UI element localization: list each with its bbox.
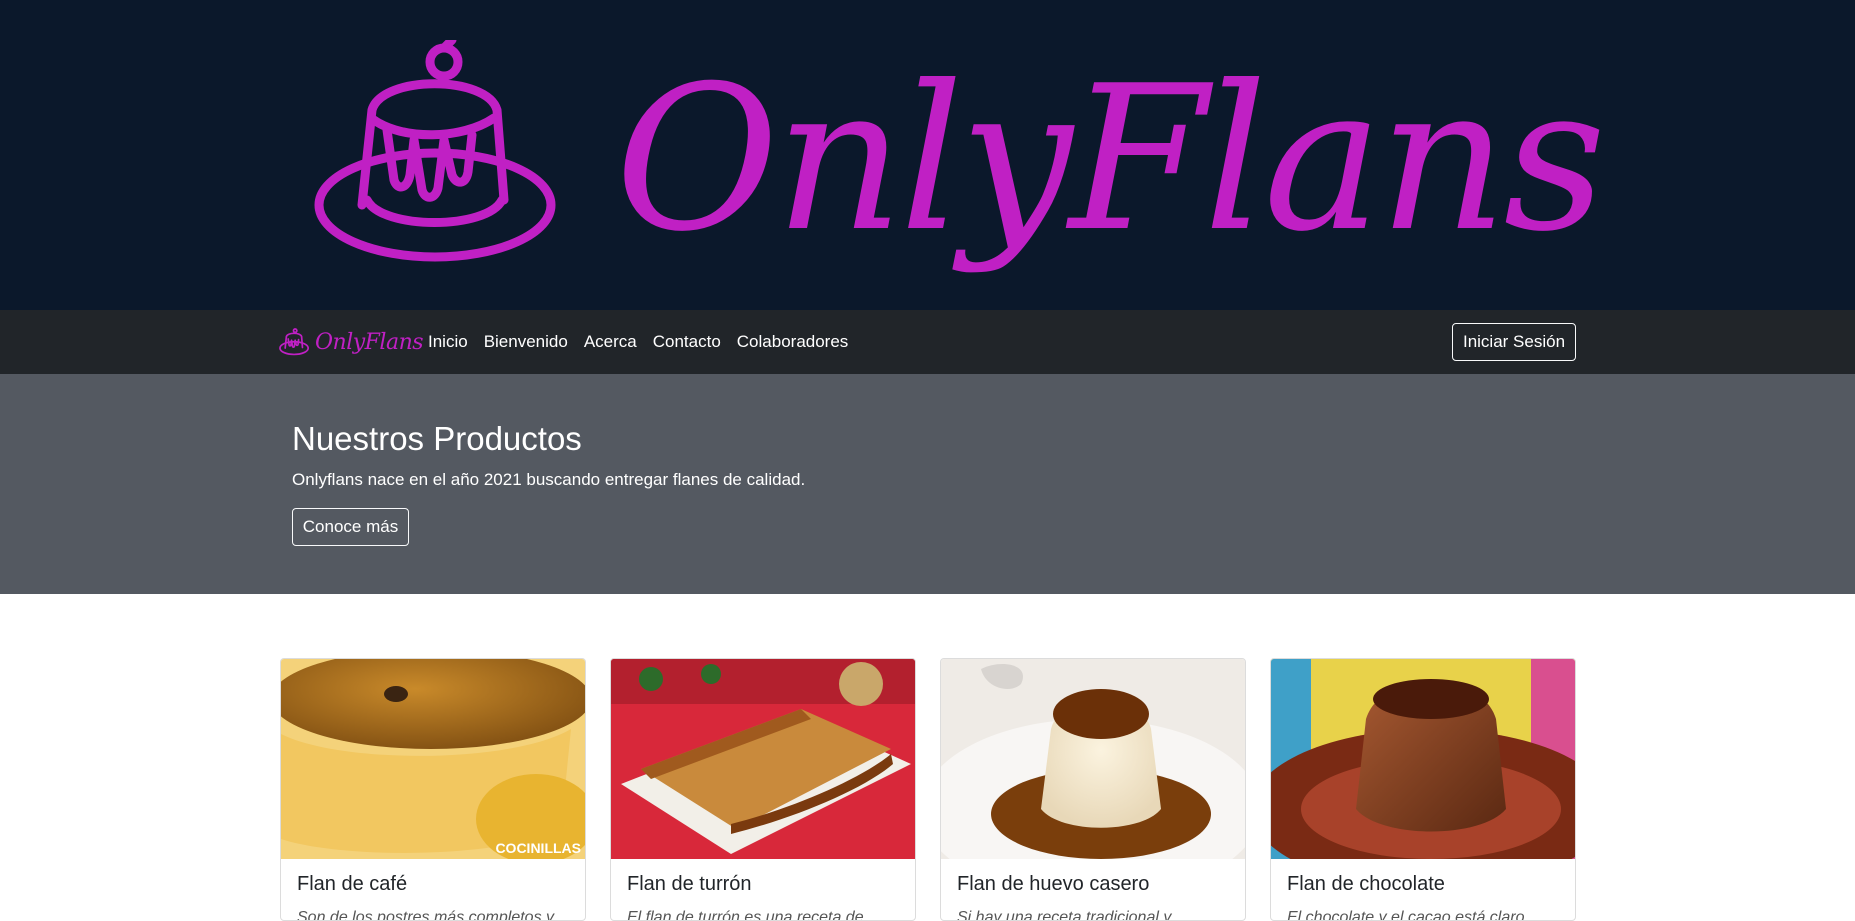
nav-link-contacto[interactable]: Contacto — [645, 332, 729, 352]
product-cards: COCINILLAS Flan de café Son de los postr… — [280, 658, 1576, 921]
nav-link-colaboradores[interactable]: Colaboradores — [729, 332, 857, 352]
navbar-brand[interactable]: OnlyFlans — [279, 326, 424, 358]
product-card[interactable]: Flan de chocolate El chocolate y el caca… — [1270, 658, 1576, 921]
product-card[interactable]: Flan de huevo casero Si hay una receta t… — [940, 658, 1246, 921]
nav-links: Inicio Bienvenido Acerca Contacto Colabo… — [420, 310, 856, 374]
login-button[interactable]: Iniciar Sesión — [1452, 323, 1576, 361]
product-image — [941, 659, 1245, 859]
banner-logo-text: OnlyFlans — [615, 43, 1606, 276]
product-title: Flan de turrón — [627, 873, 752, 895]
product-description: Si hay una receta tradicional y — [957, 909, 1172, 921]
hero-section: Nuestros Productos Onlyflans nace en el … — [0, 374, 1855, 594]
header-banner: OnlyFlans — [0, 0, 1855, 310]
hero-title: Nuestros Productos — [292, 420, 582, 457]
product-card[interactable]: COCINILLAS Flan de café Son de los postr… — [280, 658, 586, 921]
navbar: OnlyFlans Inicio Bienvenido Acerca Conta… — [0, 310, 1855, 374]
product-image: COCINILLAS — [281, 659, 585, 859]
nav-link-bienvenido[interactable]: Bienvenido — [476, 332, 576, 352]
product-description: Son de los postres más completos y — [297, 909, 555, 921]
product-description: El chocolate y el cacao está claro — [1287, 909, 1525, 921]
product-title: Flan de huevo casero — [957, 873, 1150, 895]
nav-link-acerca[interactable]: Acerca — [576, 332, 645, 352]
product-description: El flan de turrón es una receta de — [627, 909, 864, 921]
product-image — [611, 659, 915, 859]
flan-brand-icon — [279, 328, 309, 356]
navbar-brand-text: OnlyFlans — [315, 329, 424, 355]
product-image — [1271, 659, 1575, 859]
flan-logo-icon — [314, 40, 556, 262]
product-title: Flan de café — [297, 873, 408, 895]
image-watermark: COCINILLAS — [495, 840, 581, 856]
learn-more-button[interactable]: Conoce más — [292, 508, 409, 546]
hero-subtitle: Onlyflans nace en el año 2021 buscando e… — [292, 470, 806, 489]
product-card[interactable]: Flan de turrón El flan de turrón es una … — [610, 658, 916, 921]
product-title: Flan de chocolate — [1287, 873, 1445, 895]
nav-link-inicio[interactable]: Inicio — [420, 332, 476, 352]
